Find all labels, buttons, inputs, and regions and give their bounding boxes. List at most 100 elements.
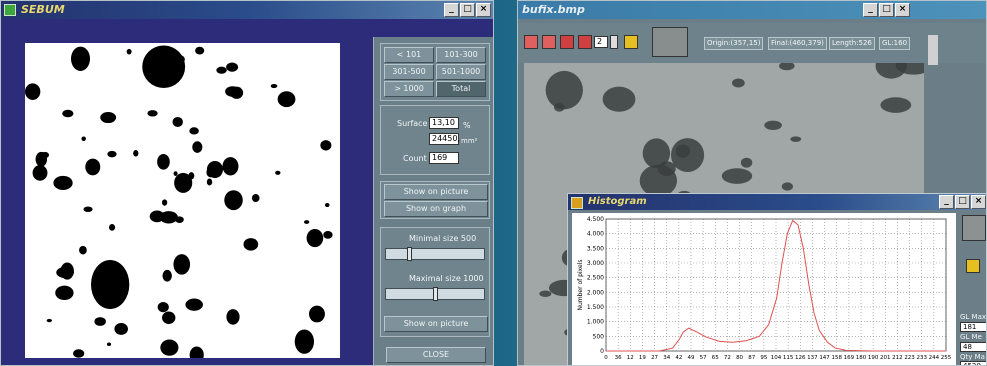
x-tick-label: 49	[688, 355, 695, 361]
sebum-blob	[75, 53, 81, 57]
hist-close-button[interactable]: ×	[971, 195, 986, 209]
area-unit: mm²	[461, 137, 478, 145]
tool-grid-icon[interactable]	[578, 35, 592, 49]
x-tick-label: 201	[880, 355, 891, 361]
histogram-title: Histogram	[588, 196, 647, 207]
x-tick-label: 115	[783, 355, 794, 361]
size-101-300-button[interactable]: 101-300	[436, 47, 486, 63]
gl-mean-field[interactable]: 48	[960, 342, 986, 352]
size-total-button[interactable]: Total	[436, 81, 486, 97]
x-tick-label: 212	[892, 355, 903, 361]
close-button[interactable]: CLOSE	[386, 347, 486, 363]
sebum-blob	[251, 194, 260, 203]
sebum-blob	[324, 203, 330, 208]
spin-value-field[interactable]: 2	[594, 36, 608, 48]
tool-red-icon[interactable]	[524, 35, 538, 49]
x-tick-label: 147	[819, 355, 830, 361]
minimize-icon: _	[944, 196, 949, 206]
sebum-blob	[226, 309, 240, 325]
minimize-button[interactable]: _	[444, 3, 459, 17]
sebum-blob	[160, 339, 179, 356]
sebum-blob	[243, 238, 259, 251]
gl-max-field[interactable]: 181	[960, 322, 986, 332]
sebum-blob	[53, 175, 73, 190]
stats-group: Surface 13,10 % 24450, mm² Count 169	[380, 105, 490, 175]
y-tick-label: 4.500	[587, 216, 604, 223]
qty-max-field[interactable]: 4520	[960, 361, 986, 365]
tool-zoom-icon[interactable]	[560, 35, 574, 49]
binary-image[interactable]	[25, 43, 340, 364]
sebum-blob	[303, 220, 310, 224]
gray-blob	[790, 136, 802, 142]
sebum-blob	[114, 322, 129, 335]
y-tick-label: 0	[600, 348, 604, 355]
surface-label: Surface	[397, 119, 428, 128]
sebum-blob	[173, 254, 191, 275]
minimal-size-thumb[interactable]	[406, 247, 412, 261]
x-tick-label: 36	[615, 355, 622, 361]
hist-maximize-button[interactable]: □	[955, 195, 970, 209]
sebum-blob	[32, 165, 48, 181]
size-gt1000-button[interactable]: > 1000	[384, 81, 434, 97]
close-icon: ×	[898, 4, 907, 14]
maximal-size-slider[interactable]	[385, 287, 485, 301]
size-501-1000-button[interactable]: 501-1000	[436, 64, 486, 80]
close-window-button[interactable]: ×	[476, 3, 491, 17]
sebum-blob	[73, 349, 85, 358]
bufix-minimize-button[interactable]: _	[863, 3, 878, 17]
area-value-field[interactable]: 24450,	[429, 133, 460, 145]
run-icon[interactable]	[624, 35, 638, 49]
histogram-titlebar[interactable]: Histogram _ □ ×	[568, 194, 986, 210]
sebum-blob	[323, 230, 333, 239]
bufix-titlebar[interactable]: bufix.bmp _ □ ×	[518, 1, 986, 19]
bufix-maximize-button[interactable]: □	[879, 3, 894, 17]
sebum-blob	[195, 46, 205, 55]
sebum-blob	[320, 140, 332, 151]
gray-blob	[539, 290, 552, 298]
show-on-picture-2-button[interactable]: Show on picture	[384, 316, 488, 332]
sebum-blob	[222, 157, 239, 176]
sebum-blob	[83, 206, 93, 213]
x-tick-label: 34	[663, 355, 670, 361]
gray-blob	[545, 70, 583, 110]
sebum-blob	[206, 178, 213, 186]
histogram-chart: 0 500 1.000 1.500 2.000 2.500 3.000 3.500 4.000 4…	[577, 216, 952, 361]
sebum-blob	[81, 136, 86, 142]
bufix-title: bufix.bmp	[522, 3, 585, 16]
sebum-blob	[79, 245, 87, 255]
size-lt101-button[interactable]: < 101	[384, 47, 434, 63]
sebum-blob	[100, 112, 117, 124]
hist-minimize-button[interactable]: _	[939, 195, 954, 209]
histogram-window: Histogram _ □ × 0 500 1.000 1.500 2.000 2.500…	[567, 193, 987, 366]
vertical-scrollbar[interactable]	[928, 35, 938, 65]
show-on-graph-button[interactable]: Show on graph	[384, 201, 488, 217]
gray-blob	[740, 157, 753, 168]
sebum-blob	[270, 84, 278, 89]
tool-line-icon[interactable]	[542, 35, 556, 49]
maximize-button[interactable]: □	[460, 3, 475, 17]
y-tick-label: 2.500	[587, 275, 604, 282]
surface-value-field[interactable]: 13,10	[429, 117, 459, 129]
sebum-blob	[106, 342, 112, 347]
maximize-icon: □	[463, 4, 472, 14]
sebum-blob	[94, 317, 106, 326]
gray-blob	[721, 168, 753, 184]
size-301-500-button[interactable]: 301-500	[384, 64, 434, 80]
sebum-blob	[62, 109, 74, 118]
count-value-field[interactable]: 169	[429, 152, 459, 164]
bufix-close-button[interactable]: ×	[895, 3, 910, 17]
sebum-titlebar[interactable]: SEBUM _ □ ×	[1, 1, 493, 19]
show-on-picture-button[interactable]: Show on picture	[384, 184, 488, 200]
maximal-size-thumb[interactable]	[433, 287, 438, 301]
sebum-blob	[189, 346, 204, 364]
sebum-blob	[206, 161, 224, 179]
minimal-size-slider[interactable]	[385, 247, 485, 261]
sebum-blob	[226, 62, 239, 72]
x-tick-label: 12	[627, 355, 634, 361]
app-icon	[4, 4, 16, 16]
x-tick-label: 137	[807, 355, 818, 361]
hist-run-icon[interactable]	[966, 259, 980, 273]
close-icon: ×	[479, 4, 488, 14]
sebum-blob	[90, 260, 130, 309]
spin-arrows-icon[interactable]	[610, 35, 618, 49]
